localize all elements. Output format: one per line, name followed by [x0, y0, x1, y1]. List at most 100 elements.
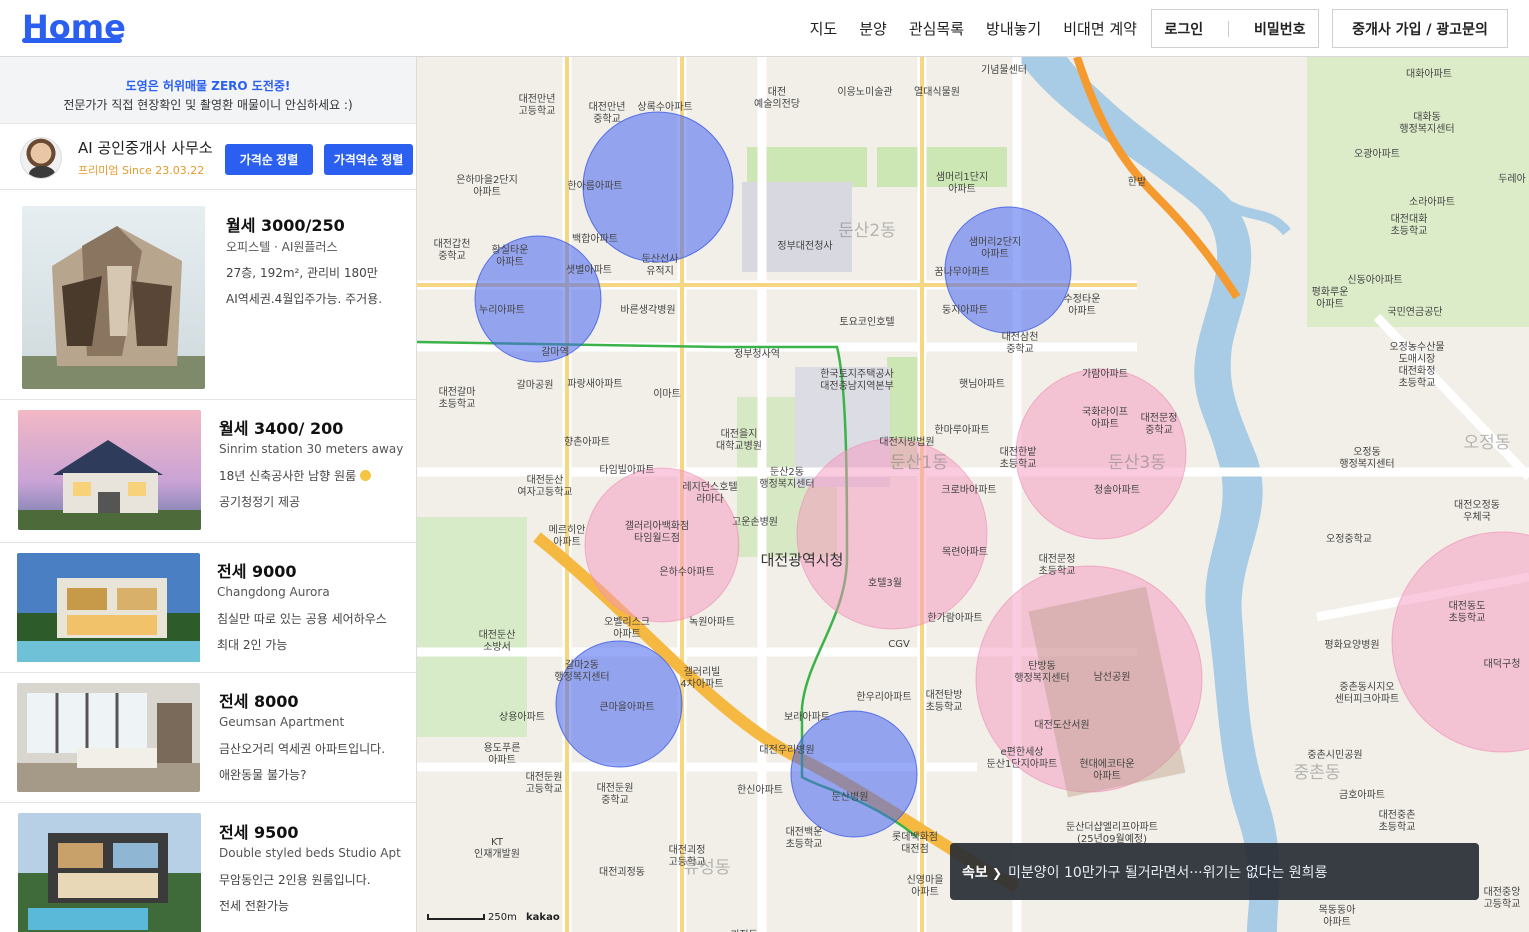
map-place-label[interactable]: 신동아아파트: [1347, 275, 1402, 287]
listing-item[interactable]: 전세 9500 Double styled beds Studio Apt 무암…: [0, 803, 416, 932]
map-place-label[interactable]: 샘머리1단지 아파트: [936, 172, 988, 196]
listing-photo[interactable]: [18, 410, 201, 530]
map-place-label[interactable]: 대전백운 초등학교: [786, 827, 823, 851]
map-place-label[interactable]: 메르히안 아파트: [549, 525, 586, 549]
map-place-label[interactable]: 둥지아파트: [942, 305, 988, 317]
map-place-label[interactable]: 대전둔원 중학교: [597, 783, 634, 807]
map-place-label[interactable]: 한아름아파트: [567, 181, 622, 193]
map-place-label[interactable]: 국화라이프 아파트: [1082, 407, 1128, 431]
sort-price-desc-button[interactable]: 가격역순 정렬: [324, 144, 413, 175]
map-place-label[interactable]: 꿈나무아파트: [934, 267, 989, 279]
map-place-label[interactable]: 둔산병원: [832, 792, 869, 804]
map-place-label[interactable]: 현대에코타운 아파트: [1079, 759, 1134, 783]
map-place-label[interactable]: 백합아파트: [572, 234, 618, 246]
map-place-label[interactable]: 샛별아파트: [566, 265, 612, 277]
map-place-label[interactable]: 대전중앙 고등학교: [1484, 887, 1521, 911]
listing-photo[interactable]: [22, 206, 205, 389]
login-button[interactable]: 로그인: [1164, 19, 1203, 39]
map-place-label[interactable]: 오정동: [1464, 435, 1511, 452]
map-place-label[interactable]: 대전지방법원: [879, 437, 934, 449]
map-place-label[interactable]: 중촌시민공원: [1307, 750, 1362, 762]
map-place-label[interactable]: 갈마2동 행정복지센터: [554, 660, 609, 684]
agent-signup-button[interactable]: 중개사 가입 / 광고문의: [1332, 9, 1508, 48]
map-place-label[interactable]: 평화요양병원: [1324, 640, 1379, 652]
map-place-label[interactable]: 크로바아파트: [941, 485, 996, 497]
map-place-label[interactable]: 한마루아파트: [934, 425, 989, 437]
map-place-label[interactable]: 중촌동: [1294, 765, 1341, 782]
map-place-label[interactable]: 소라아파트: [1409, 197, 1455, 209]
map-place-label[interactable]: 가람아파트: [1082, 369, 1128, 381]
map-place-label[interactable]: 대전도산서원: [1034, 720, 1089, 732]
map-place-label[interactable]: 롯데백화점 대전점: [892, 832, 938, 856]
map-place-label[interactable]: 오정중학교: [1326, 534, 1372, 546]
map-place-label[interactable]: 한우리아파트: [856, 692, 911, 704]
map-place-label[interactable]: 대전우리병원: [759, 745, 814, 757]
map-place-label[interactable]: 대전을지 대학교병원: [716, 429, 762, 453]
map-place-label[interactable]: 청솔아파트: [1094, 485, 1140, 497]
map-place-label[interactable]: 바른생각병원: [620, 305, 675, 317]
map-place-label[interactable]: 두레아: [1498, 174, 1526, 186]
map-place-label[interactable]: 용도푸른 아파트: [484, 743, 521, 767]
map-place-label[interactable]: 둔산선사 유적지: [642, 254, 679, 278]
map-place-label[interactable]: 둔산1동: [890, 455, 948, 472]
map-place-label[interactable]: 상록수아파트: [637, 102, 692, 114]
map-place-label[interactable]: 고운손병원: [732, 517, 778, 529]
map-place-label[interactable]: 평화루운 아파트: [1312, 287, 1349, 311]
map-place-label[interactable]: 오광아파트: [1354, 149, 1400, 161]
map-place-label[interactable]: 대전둔산 소방서: [479, 630, 516, 654]
map-place-label[interactable]: 국민연금공단: [1387, 307, 1442, 319]
map-place-label[interactable]: 누리아파트: [479, 305, 525, 317]
password-button[interactable]: 비밀번호: [1254, 19, 1306, 39]
map-place-label[interactable]: 대전중촌 초등학교: [1379, 810, 1416, 834]
map-place-label[interactable]: 대전갑천 중학교: [434, 239, 471, 263]
map-place-label[interactable]: 대덕구청: [1484, 659, 1521, 671]
map-place-label[interactable]: 탄방동 행정복지센터: [1014, 661, 1069, 685]
listing-item[interactable]: 전세 9000 Changdong Aurora 침실만 따로 있는 공용 세어…: [0, 543, 416, 673]
map-place-label[interactable]: 녹원아파트: [689, 617, 735, 629]
map-place-label[interactable]: 수정타운 아파트: [1064, 294, 1101, 318]
map-place-label[interactable]: 갈마역: [541, 347, 569, 359]
map-place-label[interactable]: CGV: [888, 639, 910, 651]
news-headline[interactable]: 미분양이 10만가구 될거라면서···위기는 없다는 원희룡: [1008, 862, 1327, 882]
map-place-label[interactable]: 기념물센터: [981, 65, 1027, 77]
map-place-label[interactable]: 보라아파트: [784, 712, 830, 724]
map-place-label[interactable]: 이응노미술관: [837, 87, 892, 99]
map-place-label[interactable]: 대전오정동 우체국: [1454, 500, 1500, 524]
map-place-label[interactable]: 신영마을 아파트: [907, 875, 944, 899]
map-place-label[interactable]: 오정동 행정복지센터: [1339, 447, 1394, 471]
listing-item[interactable]: 월세 3000/250 오피스텔 · AI원플러스 27층, 192m², 관리…: [0, 190, 416, 400]
listing-item[interactable]: 월세 3400/ 200 Sinrim station 30 meters aw…: [0, 400, 416, 543]
map-place-label[interactable]: 목련아파트: [942, 547, 988, 559]
map-place-label[interactable]: 대전동도 초등학교: [1449, 601, 1486, 625]
map-place-label[interactable]: 대전 예술의전당: [754, 87, 800, 111]
map-place-label[interactable]: 대전문정 중학교: [1141, 413, 1178, 437]
map-place-label[interactable]: 한신아파트: [737, 785, 783, 797]
map-place-label[interactable]: 대전화정 초등학교: [1399, 366, 1436, 390]
map-place-label[interactable]: 갈마공원: [517, 380, 554, 392]
map-place-label[interactable]: 은하마을2단지 아파트: [456, 175, 518, 199]
map-place-label[interactable]: 갤러리빌 4차아파트: [680, 667, 723, 691]
map-place-label[interactable]: 대전만년 중학교: [589, 102, 626, 126]
agent-name[interactable]: AI 공인중개사 사무소: [78, 137, 213, 158]
map-place-label[interactable]: 오정농수산물 도매시장: [1389, 342, 1444, 366]
map-place-label[interactable]: 중촌동시지오 센터피크아파트: [1335, 682, 1399, 706]
map-place-label[interactable]: 대전삼천 중학교: [1002, 332, 1039, 356]
map-place-label[interactable]: 호텔3월: [868, 578, 902, 590]
map-place-label[interactable]: 이마트: [653, 389, 681, 401]
map-place-label[interactable]: KT 인재개발원: [474, 837, 520, 861]
nav-favorites[interactable]: 관심목록: [909, 18, 964, 39]
map-place-label[interactable]: 금호아파트: [1339, 790, 1385, 802]
map-place-label[interactable]: 타임빌아파트: [599, 465, 654, 477]
map-place-label[interactable]: 대전둔산 여자고등학교: [517, 475, 572, 499]
map-place-label[interactable]: 오벨리스크 아파트: [604, 617, 650, 641]
map-place-label[interactable]: 한국토지주택공사 대전충남지역본부: [820, 369, 894, 393]
map-place-label[interactable]: 대전한밭 초등학교: [1000, 447, 1037, 471]
map-place-label[interactable]: 큰마을아파트: [599, 702, 654, 714]
listing-photo[interactable]: [18, 813, 201, 932]
nav-list-room[interactable]: 방내놓기: [986, 18, 1041, 39]
map-place-label[interactable]: 토요코인호텔: [839, 317, 894, 329]
map-place-label[interactable]: 둔산3동: [1108, 455, 1166, 472]
map-place-label[interactable]: 상용아파트: [499, 712, 545, 724]
breaking-news-banner[interactable]: 속보 미분양이 10만가구 될거라면서···위기는 없다는 원희룡: [950, 843, 1479, 900]
nav-presale[interactable]: 분양: [859, 18, 887, 39]
